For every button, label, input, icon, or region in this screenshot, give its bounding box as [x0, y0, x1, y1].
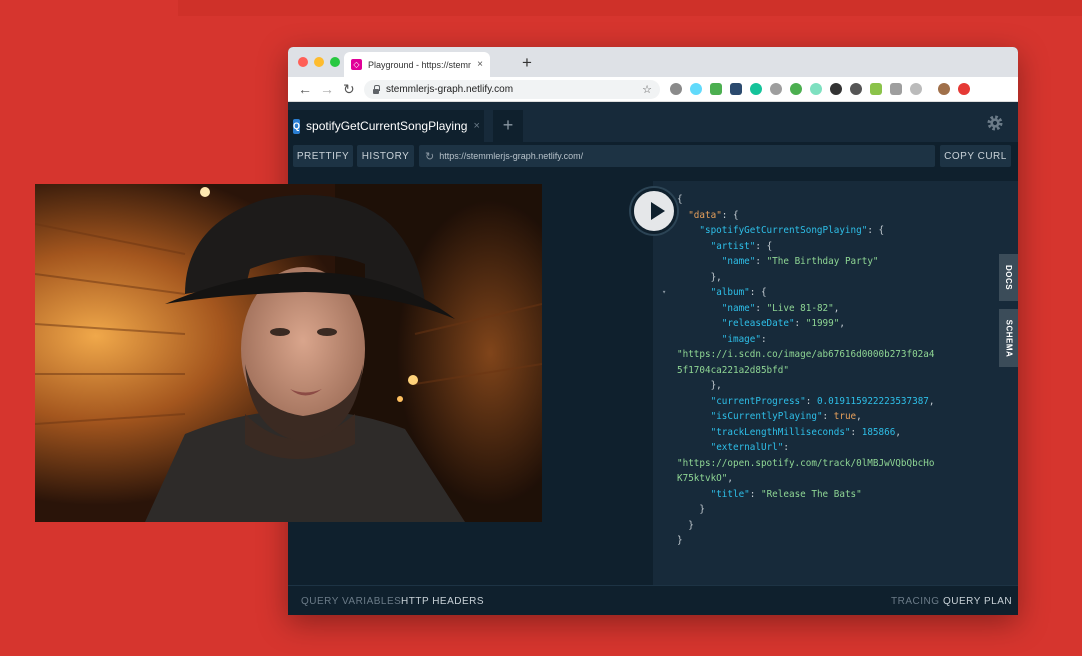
grammarly-icon[interactable] — [750, 83, 762, 95]
window-controls — [298, 57, 340, 67]
schema-tab[interactable]: SCHEMA — [999, 309, 1018, 367]
extension-icon[interactable] — [910, 83, 922, 95]
extension-icon[interactable] — [710, 83, 722, 95]
address-bar[interactable]: stemmlerjs-graph.netlify.com ☆ — [364, 80, 660, 99]
extension-icon[interactable] — [850, 83, 862, 95]
background-strip — [178, 0, 1082, 16]
endpoint-url: https://stemmlerjs-graph.netlify.com/ — [439, 151, 584, 161]
forward-arrow-icon[interactable]: → — [320, 81, 334, 97]
docs-tab[interactable]: DOCS — [999, 254, 1018, 301]
result-json: ▾{ ▾"data": { ▾"spotifyGetCurrentSongPla… — [662, 194, 935, 546]
tracing-tab[interactable]: TRACING — [891, 596, 940, 607]
react-devtools-icon[interactable] — [690, 83, 702, 95]
close-tab-icon[interactable]: × — [477, 59, 483, 70]
address-url: stemmlerjs-graph.netlify.com — [386, 84, 514, 95]
extension-icon[interactable] — [890, 83, 902, 95]
extension-icon[interactable] — [810, 83, 822, 95]
browser-tab[interactable]: ◇ Playground - https://stemmlerjs × — [344, 52, 490, 77]
close-tab-icon[interactable]: × — [473, 120, 479, 132]
endpoint-input[interactable]: ↻ https://stemmlerjs-graph.netlify.com/ — [419, 145, 935, 167]
profile-avatar[interactable] — [938, 83, 950, 95]
extension-icon[interactable] — [770, 83, 782, 95]
extension-icon[interactable] — [830, 83, 842, 95]
reload-icon[interactable]: ↻ — [343, 81, 355, 98]
extension-icon[interactable] — [958, 83, 970, 95]
new-tab-button[interactable]: + — [522, 53, 532, 73]
add-tab-button[interactable]: + — [493, 110, 523, 142]
back-arrow-icon[interactable]: ← — [298, 81, 312, 97]
browser-tab-title: Playground - https://stemmlerjs — [368, 59, 471, 70]
http-headers-tab[interactable]: HTTP HEADERS — [401, 596, 484, 607]
history-button[interactable]: HISTORY — [357, 145, 414, 167]
extension-icon[interactable] — [670, 83, 682, 95]
query-badge-icon: Q — [293, 118, 301, 134]
playground-tab[interactable]: Q spotifyGetCurrentSongPlaying × — [288, 110, 484, 142]
extension-icon[interactable] — [730, 83, 742, 95]
playground-tab-title: spotifyGetCurrentSongPlaying — [306, 119, 468, 133]
query-plan-tab[interactable]: QUERY PLAN — [943, 596, 1012, 607]
minimize-window-button[interactable] — [314, 57, 324, 67]
maximize-window-button[interactable] — [330, 57, 340, 67]
bookmark-star-icon[interactable]: ☆ — [642, 83, 652, 96]
reload-schema-icon[interactable]: ↻ — [425, 150, 434, 163]
lock-icon — [372, 85, 380, 94]
browser-tabstrip: ◇ Playground - https://stemmlerjs × + — [288, 47, 1018, 77]
close-window-button[interactable] — [298, 57, 308, 67]
prettify-button[interactable]: PRETTIFY — [293, 145, 353, 167]
extension-icon[interactable] — [790, 83, 802, 95]
execute-query-button[interactable] — [631, 188, 677, 234]
playground-tabbar: Q spotifyGetCurrentSongPlaying × + — [288, 102, 1018, 142]
playground-footer: QUERY VARIABLES HTTP HEADERS TRACING QUE… — [288, 585, 1018, 615]
playground-toolbar: PRETTIFY HISTORY ↻ https://stemmlerjs-gr… — [288, 142, 1018, 174]
webcam-photo — [35, 184, 542, 522]
omnibox-bar: ← → ↻ stemmlerjs-graph.netlify.com ☆ — [288, 77, 1018, 102]
webcam-overlay — [35, 184, 542, 522]
gear-icon[interactable] — [985, 113, 1005, 133]
graphql-favicon-icon: ◇ — [351, 59, 362, 70]
copy-curl-button[interactable]: COPY CURL — [940, 145, 1011, 167]
result-pane: ▾{ ▾"data": { ▾"spotifyGetCurrentSongPla… — [653, 181, 1018, 585]
android-icon[interactable] — [870, 83, 882, 95]
extensions-toolbar — [670, 83, 970, 95]
query-variables-tab[interactable]: QUERY VARIABLES — [301, 596, 401, 607]
